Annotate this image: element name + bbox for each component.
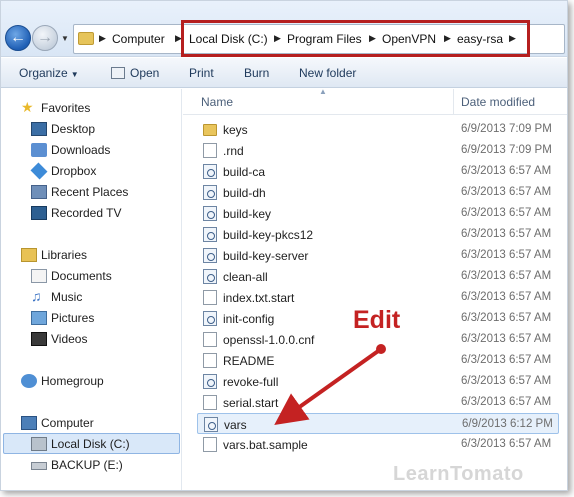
annotation-arrow-icon — [274, 344, 386, 425]
watermark-logo: LearnTomato — [393, 463, 524, 485]
explorer-window: ← → ▼ ▶ Computer ▶ Local Disk (C:) ▶ Pro… — [0, 0, 568, 491]
